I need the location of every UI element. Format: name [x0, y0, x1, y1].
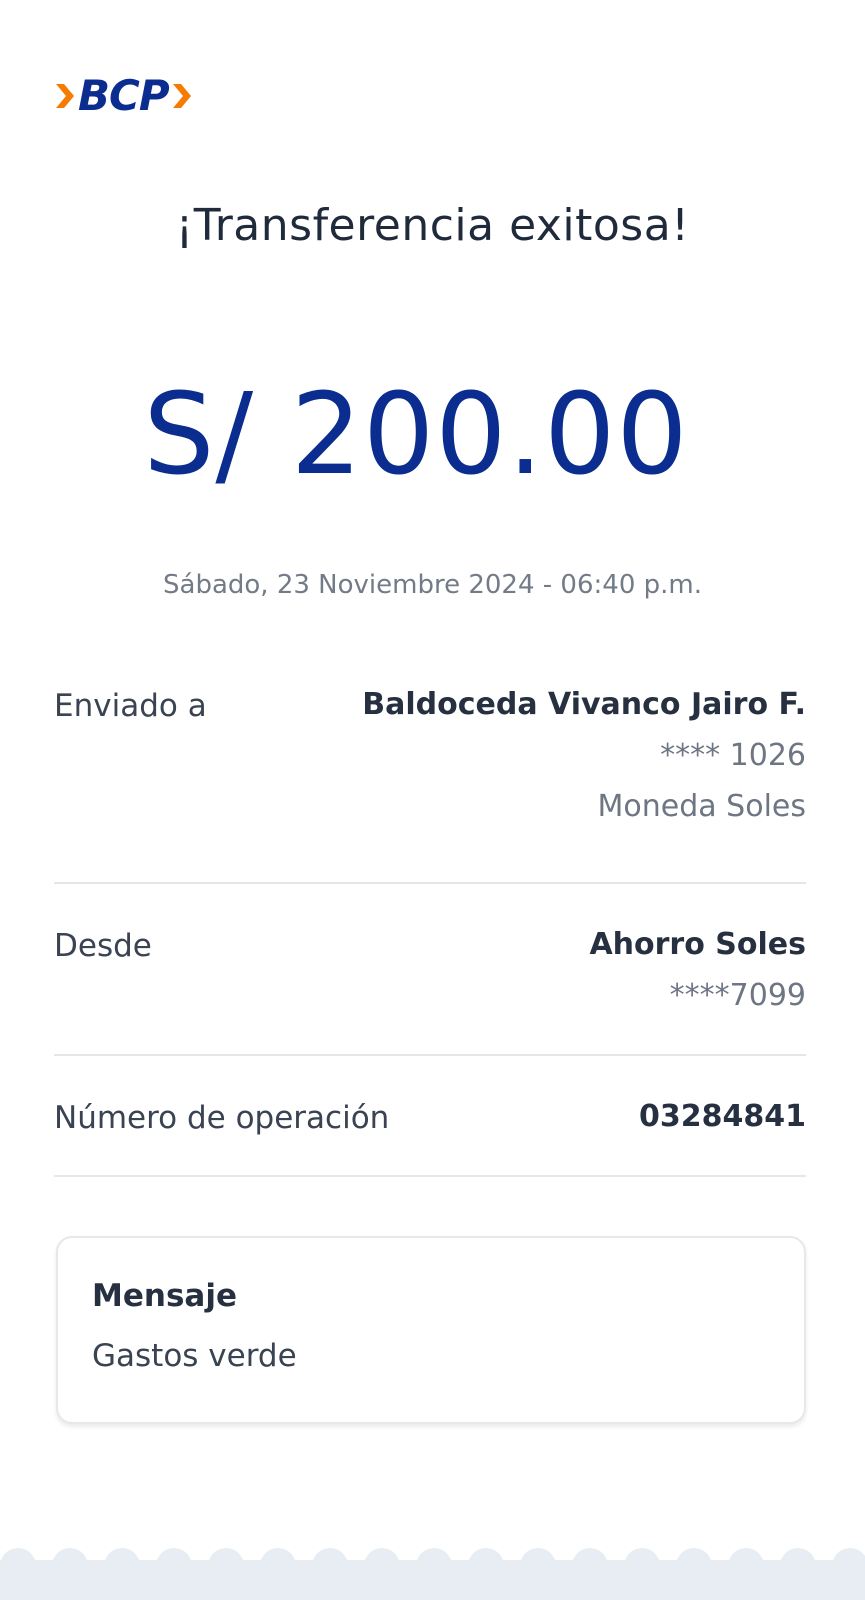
sent-to-row: Enviado a Baldoceda Vivanco Jairo F. ***… — [54, 688, 806, 824]
operation-row: Número de operación 03284841 — [54, 1100, 806, 1137]
scalloped-edge-decoration — [0, 1548, 865, 1576]
right-chevron-logo-icon — [172, 84, 191, 108]
recipient-currency: Moneda Soles — [597, 789, 807, 824]
divider — [54, 882, 806, 884]
sent-to-label: Enviado a — [54, 688, 207, 724]
operation-values: 03284841 — [639, 1100, 806, 1136]
transfer-amount: S/ 200.00 — [143, 370, 689, 500]
operation-label: Número de operación — [54, 1100, 390, 1136]
recipient-account: **** 1026 — [660, 738, 806, 773]
success-title: ¡Transferencia exitosa! — [175, 200, 690, 251]
from-values: Ahorro Soles ****7099 — [589, 928, 806, 1013]
transfer-datetime: Sábado, 23 Noviembre 2024 - 06:40 p.m. — [163, 570, 702, 600]
logo-text: BCP — [78, 71, 170, 120]
operation-number: 03284841 — [639, 1099, 806, 1134]
message-card: Mensaje Gastos verde — [56, 1236, 806, 1424]
left-chevron-logo-icon — [56, 84, 74, 108]
source-account-number: ****7099 — [669, 978, 806, 1013]
from-label: Desde — [54, 928, 152, 964]
message-text: Gastos verde — [92, 1338, 297, 1374]
sent-to-values: Baldoceda Vivanco Jairo F. **** 1026 Mon… — [362, 688, 806, 824]
divider — [54, 1175, 806, 1177]
bcp-logo: BCP — [54, 74, 193, 118]
message-title: Mensaje — [92, 1278, 237, 1314]
from-row: Desde Ahorro Soles ****7099 — [54, 928, 806, 1013]
divider — [54, 1054, 806, 1056]
source-account-name: Ahorro Soles — [589, 927, 806, 962]
recipient-name: Baldoceda Vivanco Jairo F. — [362, 687, 806, 722]
